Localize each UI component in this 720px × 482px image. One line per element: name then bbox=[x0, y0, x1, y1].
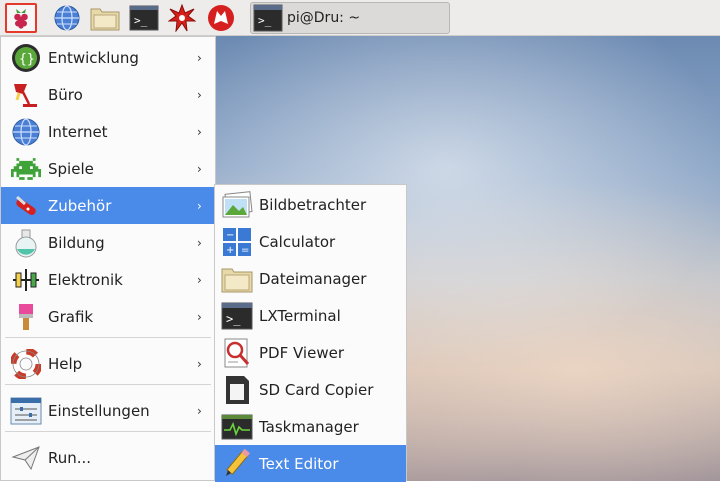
svg-text:=: = bbox=[241, 245, 249, 256]
submenu-item-label: Bildbetrachter bbox=[259, 195, 367, 214]
submenu-item-label: Dateimanager bbox=[259, 269, 367, 288]
svg-text:>_: >_ bbox=[226, 312, 241, 326]
wolfram-launcher[interactable] bbox=[205, 3, 237, 33]
submenu-item-label: SD Card Copier bbox=[259, 380, 374, 399]
flask-icon bbox=[9, 226, 43, 260]
menu-item-help[interactable]: Help › bbox=[1, 345, 215, 382]
submenu-item-label: Taskmanager bbox=[259, 417, 359, 436]
menu-item-entwicklung[interactable]: {} Entwicklung › bbox=[1, 39, 215, 76]
menu-item-label: Entwicklung bbox=[48, 48, 139, 67]
math-app-launcher[interactable] bbox=[166, 3, 198, 33]
globe-icon bbox=[54, 5, 80, 31]
submenu-item-label: Calculator bbox=[259, 232, 336, 251]
terminal-icon: >_ bbox=[220, 299, 254, 333]
folder-icon bbox=[220, 262, 254, 296]
svg-text:{}: {} bbox=[19, 52, 35, 67]
menu-item-label: Büro bbox=[48, 85, 83, 104]
task-manager-icon bbox=[220, 410, 254, 444]
menu-item-spiele[interactable]: Spiele › bbox=[1, 150, 215, 187]
menu-item-buero[interactable]: Büro › bbox=[1, 76, 215, 113]
red-star-icon bbox=[168, 4, 196, 32]
sd-card-icon bbox=[220, 373, 254, 407]
svg-text:>_: >_ bbox=[134, 14, 148, 27]
space-invader-icon bbox=[9, 152, 43, 186]
terminal-icon: >_ bbox=[253, 4, 283, 32]
menu-item-internet[interactable]: Internet › bbox=[1, 113, 215, 150]
menu-item-bildung[interactable]: Bildung › bbox=[1, 224, 215, 261]
chevron-right-icon: › bbox=[197, 198, 202, 213]
code-braces-icon: {} bbox=[9, 41, 43, 75]
menu-item-elektronik[interactable]: Elektronik › bbox=[1, 261, 215, 298]
submenu-item-taskmanager[interactable]: Taskmanager bbox=[215, 408, 406, 445]
wolf-icon bbox=[208, 5, 234, 31]
submenu-item-dateimanager[interactable]: Dateimanager bbox=[215, 260, 406, 297]
svg-text:>_: >_ bbox=[258, 14, 272, 27]
main-menu: {} Entwicklung › Büro › Internet › Spiel… bbox=[0, 36, 216, 481]
calculator-icon: − + = bbox=[220, 225, 254, 259]
submenu-item-sd-card-copier[interactable]: SD Card Copier bbox=[215, 371, 406, 408]
menu-item-zubehoer[interactable]: Zubehör › bbox=[1, 187, 215, 224]
file-manager-launcher[interactable] bbox=[89, 3, 121, 33]
submenu-item-text-editor[interactable]: Text Editor bbox=[215, 445, 406, 482]
submenu-item-label: LXTerminal bbox=[259, 306, 341, 325]
menu-item-label: Run... bbox=[48, 448, 92, 467]
chevron-right-icon: › bbox=[197, 356, 202, 371]
task-window-label: pi@Dru: ~ bbox=[287, 10, 361, 26]
menu-item-label: Einstellungen bbox=[48, 401, 150, 420]
image-viewer-icon bbox=[220, 188, 254, 222]
chevron-right-icon: › bbox=[197, 403, 202, 418]
svg-text:−: − bbox=[226, 230, 234, 241]
submenu-item-label: PDF Viewer bbox=[259, 343, 344, 362]
text-editor-icon bbox=[220, 447, 254, 481]
chevron-right-icon: › bbox=[197, 309, 202, 324]
submenu-item-pdf-viewer[interactable]: PDF Viewer bbox=[215, 334, 406, 371]
menu-item-label: Elektronik bbox=[48, 270, 123, 289]
raspberry-menu-button[interactable] bbox=[5, 3, 37, 33]
paintbrush-icon bbox=[9, 300, 43, 334]
menu-item-einstellungen[interactable]: Einstellungen › bbox=[1, 392, 215, 429]
web-browser-launcher[interactable] bbox=[51, 3, 83, 33]
chevron-right-icon: › bbox=[197, 272, 202, 287]
menu-item-grafik[interactable]: Grafik › bbox=[1, 298, 215, 335]
lifebuoy-icon bbox=[9, 347, 43, 381]
menu-item-label: Spiele bbox=[48, 159, 94, 178]
chevron-right-icon: › bbox=[197, 87, 202, 102]
terminal-launcher[interactable]: >_ bbox=[128, 3, 160, 33]
circuit-icon bbox=[9, 263, 43, 297]
submenu-item-lxterminal[interactable]: >_ LXTerminal bbox=[215, 297, 406, 334]
submenu-item-calculator[interactable]: − + = Calculator bbox=[215, 223, 406, 260]
chevron-right-icon: › bbox=[197, 235, 202, 250]
menu-separator bbox=[5, 337, 211, 338]
menu-item-run[interactable]: Run... bbox=[1, 439, 215, 476]
paper-plane-icon bbox=[9, 441, 43, 475]
raspberry-icon bbox=[14, 9, 28, 29]
menu-separator bbox=[5, 384, 211, 385]
menu-item-label: Internet bbox=[48, 122, 108, 141]
globe-icon bbox=[9, 115, 43, 149]
chevron-right-icon: › bbox=[197, 124, 202, 139]
menu-item-label: Bildung bbox=[48, 233, 105, 252]
menu-separator bbox=[5, 431, 211, 432]
submenu-item-bildbetrachter[interactable]: Bildbetrachter bbox=[215, 186, 406, 223]
chevron-right-icon: › bbox=[197, 161, 202, 176]
terminal-icon: >_ bbox=[129, 5, 159, 31]
pdf-viewer-icon bbox=[220, 336, 254, 370]
sliders-icon bbox=[9, 394, 43, 428]
taskbar: >_ >_ pi@Dru: ~ bbox=[0, 0, 720, 36]
lamp-icon bbox=[9, 78, 43, 112]
svg-text:+: + bbox=[226, 245, 234, 256]
submenu-item-label: Text Editor bbox=[259, 454, 339, 473]
folder-icon bbox=[90, 8, 120, 31]
menu-item-label: Grafik bbox=[48, 307, 94, 326]
swiss-knife-icon bbox=[9, 189, 43, 223]
menu-item-label: Zubehör bbox=[48, 196, 112, 215]
submenu-zubehoer: Bildbetrachter − + = Calculator Dateimanag… bbox=[214, 184, 407, 482]
menu-item-label: Help bbox=[48, 354, 83, 373]
chevron-right-icon: › bbox=[197, 50, 202, 65]
task-button-terminal[interactable]: >_ pi@Dru: ~ bbox=[250, 2, 450, 34]
